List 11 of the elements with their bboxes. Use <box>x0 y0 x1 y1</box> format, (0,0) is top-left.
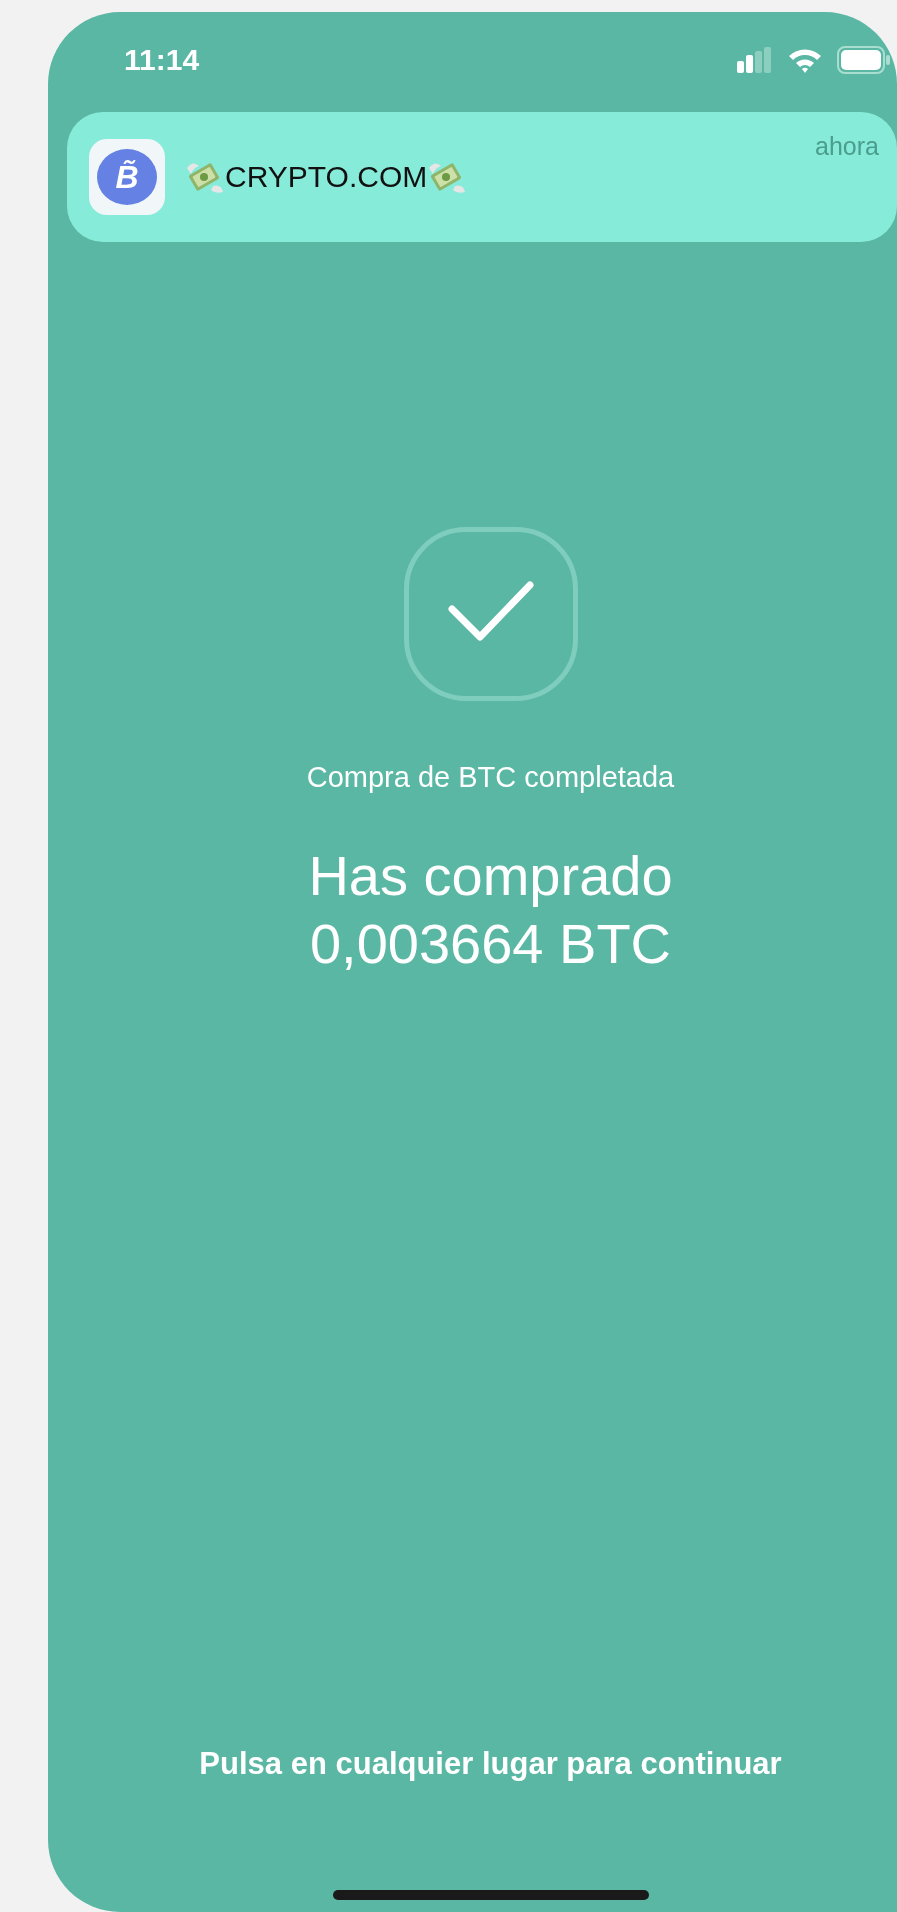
notification-banner[interactable]: B̃ CRYPTO.COM ahora <box>67 112 897 242</box>
app-logo: B̃ <box>97 149 157 205</box>
status-message: Compra de BTC completada <box>306 761 675 794</box>
notification-title: CRYPTO.COM <box>225 160 428 194</box>
wifi-icon <box>787 47 823 73</box>
notification-time: ahora <box>815 132 879 161</box>
signal-icon <box>737 47 773 73</box>
purchase-summary: Has comprado <box>308 843 673 909</box>
status-time: 11:14 <box>124 43 200 77</box>
purchase-summary: 0,003664 BTC <box>309 911 672 977</box>
battery-icon <box>837 46 891 74</box>
